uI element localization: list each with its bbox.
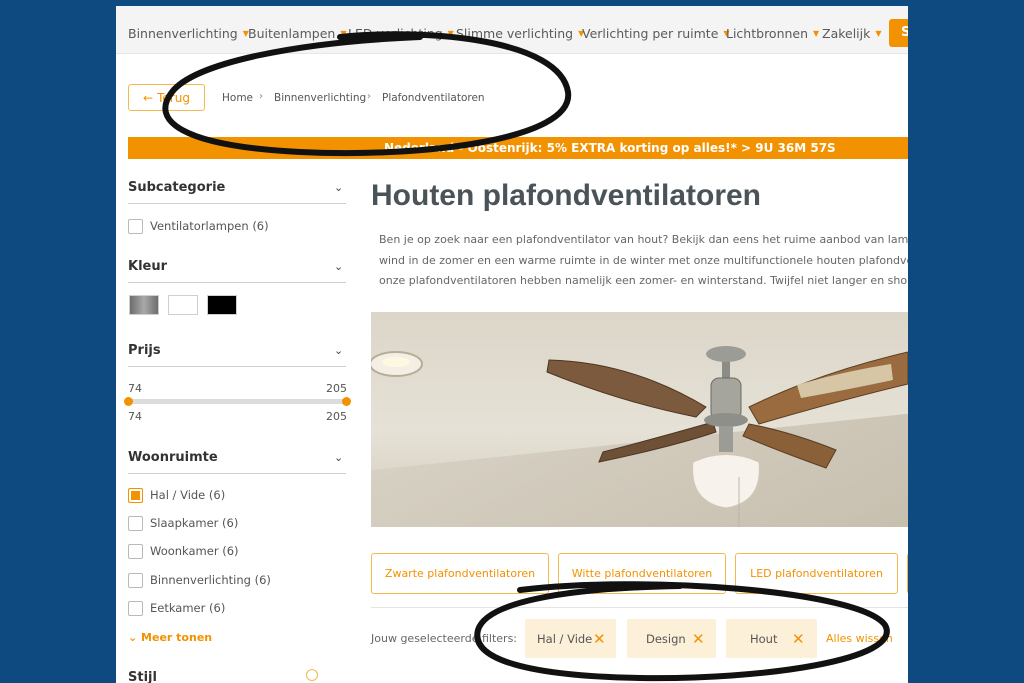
price-min-value: 74 <box>128 410 142 423</box>
facet-title-woonruimte[interactable]: Woonruimte <box>128 450 218 465</box>
category-button-more[interactable] <box>907 553 908 594</box>
nav-item-led-verlichting[interactable]: LED verlichting ▼ <box>348 26 454 41</box>
chevron-down-icon: ⌄ <box>128 631 142 644</box>
divider <box>128 366 346 367</box>
filter-chip-hout[interactable]: Hout ✕ <box>726 619 817 658</box>
price-slider-track[interactable] <box>128 399 346 404</box>
nav-item-label: Lichtbronnen <box>726 26 809 41</box>
nav-item-zakelijk[interactable]: Zakelijk ▼ <box>822 26 882 41</box>
chevron-down-icon: ▼ <box>813 29 820 38</box>
facet-title-subcategorie[interactable]: Subcategorie <box>128 180 225 195</box>
price-slider-min-handle[interactable] <box>124 397 133 406</box>
divider <box>128 282 346 283</box>
arrow-left-icon: ← <box>143 90 154 105</box>
checkbox-woonkamer[interactable] <box>128 544 143 559</box>
chevron-down-icon[interactable]: ⌄ <box>334 344 343 357</box>
category-button-witte[interactable]: Witte plafondventilatoren <box>558 553 726 594</box>
breadcrumb-current: Plafondventilatoren <box>382 92 485 104</box>
category-button-zwarte[interactable]: Zwarte plafondventilatoren <box>371 553 549 594</box>
nav-item-verlichting-per-ruimte[interactable]: Verlichting per ruimte ▼ <box>582 26 730 41</box>
divider <box>128 203 346 204</box>
facet-title-prijs[interactable]: Prijs <box>128 343 161 358</box>
back-button[interactable]: ← Terug <box>128 84 205 111</box>
clear-all-filters-link[interactable]: Alles wissen <box>826 632 893 645</box>
promo-banner[interactable]: Nederland - Oostenrijk: 5% EXTRA korting… <box>128 137 908 159</box>
chevron-down-icon: ▼ <box>447 29 454 38</box>
nav-item-slimme-verlichting[interactable]: Slimme verlichting ▼ <box>456 26 584 41</box>
price-max-label: 205 <box>326 382 347 395</box>
close-icon[interactable]: ✕ <box>792 630 805 648</box>
intro-line: onze plafondventilatoren hebben namelijk… <box>379 274 908 287</box>
filter-chip-design[interactable]: Design ✕ <box>627 619 716 658</box>
checkbox-label[interactable]: Slaapkamer (6) <box>150 516 238 530</box>
facet-title-kleur[interactable]: Kleur <box>128 259 167 274</box>
nav-item-buitenlampen[interactable]: Buitenlampen ▼ <box>248 26 347 41</box>
price-min-label: 74 <box>128 382 142 395</box>
checkbox-label[interactable]: Woonkamer (6) <box>150 544 239 558</box>
price-max-value: 205 <box>326 410 347 423</box>
filter-chip-hal-vide[interactable]: Hal / Vide ✕ <box>525 619 616 658</box>
checkbox-binnenverlichting[interactable] <box>128 573 143 588</box>
ceiling-fan-illustration <box>371 346 908 527</box>
checkbox-eetkamer[interactable] <box>128 601 143 616</box>
nav-item-label: Zakelijk <box>822 26 871 41</box>
hero-image <box>371 312 908 527</box>
chip-label: Hout <box>750 631 778 646</box>
breadcrumb-home[interactable]: Home <box>222 92 253 104</box>
checkbox-label[interactable]: Binnenverlichting (6) <box>150 573 271 587</box>
checkbox-slaapkamer[interactable] <box>128 516 143 531</box>
nav-item-label: Binnenverlichting <box>128 26 238 41</box>
facet-title-stijl[interactable]: Stijl <box>128 670 157 683</box>
top-navigation: Binnenverlichting ▼ Buitenlampen ▼ LED ver… <box>116 6 908 54</box>
close-icon[interactable]: ✕ <box>692 630 705 648</box>
price-slider-max-handle[interactable] <box>342 397 351 406</box>
breadcrumb-binnenverlichting[interactable]: Binnenverlichting <box>274 92 366 104</box>
selected-filters-label: Jouw geselecteerde filters: <box>371 632 518 645</box>
divider <box>371 607 908 608</box>
chevron-down-icon[interactable]: ⌄ <box>334 181 343 194</box>
intro-line: wind in de zomer en een warme ruimte in … <box>379 254 908 267</box>
color-swatch-black[interactable] <box>207 295 237 315</box>
checkbox-label[interactable]: Eetkamer (6) <box>150 601 225 615</box>
chevron-down-icon: ▼ <box>340 29 347 38</box>
checkbox-ventilatorlampen[interactable] <box>128 219 143 234</box>
checkbox-label[interactable]: Ventilatorlampen (6) <box>150 219 269 233</box>
color-swatch-grey[interactable] <box>129 295 159 315</box>
nav-item-label: Buitenlampen <box>248 26 336 41</box>
category-button-led[interactable]: LED plafondventilatoren <box>735 553 898 594</box>
chevron-down-icon[interactable]: ⌄ <box>334 451 343 464</box>
back-button-label: Terug <box>157 90 190 105</box>
checkbox-hal-vide[interactable] <box>128 488 143 503</box>
chevron-down-icon: ▼ <box>875 29 882 38</box>
chevron-down-icon[interactable]: ⌄ <box>334 260 343 273</box>
intro-line: Ben je op zoek naar een plafondventilato… <box>379 233 908 246</box>
chip-label: Design <box>646 631 686 646</box>
checkbox-label[interactable]: Hal / Vide (6) <box>150 488 225 502</box>
show-more-link[interactable]: ⌄ Meer tonen <box>128 631 212 644</box>
divider <box>128 473 346 474</box>
close-icon[interactable]: ✕ <box>593 630 606 648</box>
webshop-page: Binnenverlichting ▼ Buitenlampen ▼ LED ver… <box>116 6 908 683</box>
nav-item-label: Verlichting per ruimte <box>582 26 719 41</box>
chip-label: Hal / Vide <box>537 631 593 646</box>
nav-item-label: LED verlichting <box>348 26 443 41</box>
info-icon[interactable] <box>306 669 318 681</box>
chevron-right-icon: › <box>367 91 371 102</box>
chevron-right-icon: › <box>259 91 263 102</box>
page-title: Houten plafondventilatoren <box>371 179 761 212</box>
nav-item-lichtbronnen[interactable]: Lichtbronnen ▼ <box>726 26 819 41</box>
nav-cta-button[interactable]: S <box>889 19 908 47</box>
nav-item-label: Slimme verlichting <box>456 26 574 41</box>
show-more-label: Meer tonen <box>141 631 213 644</box>
color-swatch-white[interactable] <box>168 295 198 315</box>
nav-item-binnenverlichting[interactable]: Binnenverlichting ▼ <box>128 26 249 41</box>
